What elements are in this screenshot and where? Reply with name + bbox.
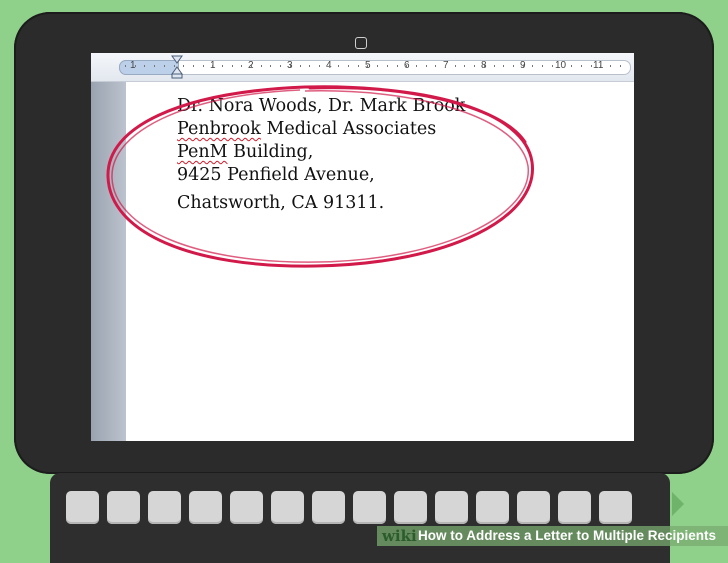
ruler-tick [144,65,145,67]
highlight-circle [106,85,534,268]
ruler-tick [581,65,582,67]
ruler-tick [251,65,252,67]
ruler-tick [406,65,407,67]
keyboard-key [148,491,181,524]
keyboard-key [394,491,427,524]
keyboard-key [476,491,509,524]
keyboard-key [435,491,468,524]
ruler-tick [154,65,155,67]
ruler-tick [513,65,514,67]
ruler-tick [610,65,611,67]
watermark-title: How to Address a Letter to Multiple Reci… [418,528,717,543]
watermark-logo: wiki [382,527,417,545]
ruler-tick [494,65,495,67]
ruler-tick [474,65,475,67]
ruler-tick [620,65,621,67]
ruler-tick [445,65,446,67]
ruler-tick [270,65,271,67]
ruler-tick [455,65,456,67]
horizontal-ruler[interactable]: 11234567891011 [91,53,634,82]
ruler-tick [591,65,592,67]
keyboard-key [107,491,140,524]
ruler-left-margin [119,60,179,75]
ruler-tick [464,65,465,67]
ruler-tick [241,65,242,67]
ruler-tick [309,65,310,67]
keyboard-key [558,491,591,524]
ruler-tick [416,65,417,67]
ruler-tick [125,65,126,67]
keyboard-key [353,491,386,524]
keyboard [50,473,670,563]
ruler-tick [523,65,524,67]
ruler-tick [300,65,301,67]
ruler-tick [367,65,368,67]
ruler-tick [164,65,165,67]
ruler-tick [397,65,398,67]
ruler-tick [426,65,427,67]
ruler-tick [290,65,291,67]
ruler-tick [212,65,213,67]
keyboard-key [271,491,304,524]
keyboard-key [230,491,263,524]
keyboard-key [599,491,632,524]
ruler-tick [358,65,359,67]
ruler-tick [203,65,204,67]
ruler-tick [183,65,184,67]
ruler-tick [338,65,339,67]
ruler-tick [387,65,388,67]
ruler-tick [135,65,136,67]
ruler-number: 11 [593,60,604,71]
ruler-tick [280,65,281,67]
keyboard-key [312,491,345,524]
ruler-tick [561,65,562,67]
ruler-tick [571,65,572,67]
ruler-tick [503,65,504,67]
keyboard-key [189,491,222,524]
ruler-tick [552,65,553,67]
ruler-tick [600,65,601,67]
ruler-tick [329,65,330,67]
ruler-tick [222,65,223,67]
ruler-tick [261,65,262,67]
keyboard-key [517,491,550,524]
ruler-tick [319,65,320,67]
webcam-icon [355,37,367,49]
keyboard-key [66,491,99,524]
indent-marker-icon[interactable] [171,55,183,79]
ruler-tick [542,65,543,67]
ruler-tick [193,65,194,67]
ruler-tick [348,65,349,67]
ruler-tick [232,65,233,67]
ruler-tick [377,65,378,67]
ruler-tick [532,65,533,67]
ruler-tick [435,65,436,67]
ruler-tick [484,65,485,67]
next-arrow-icon[interactable] [672,492,684,516]
